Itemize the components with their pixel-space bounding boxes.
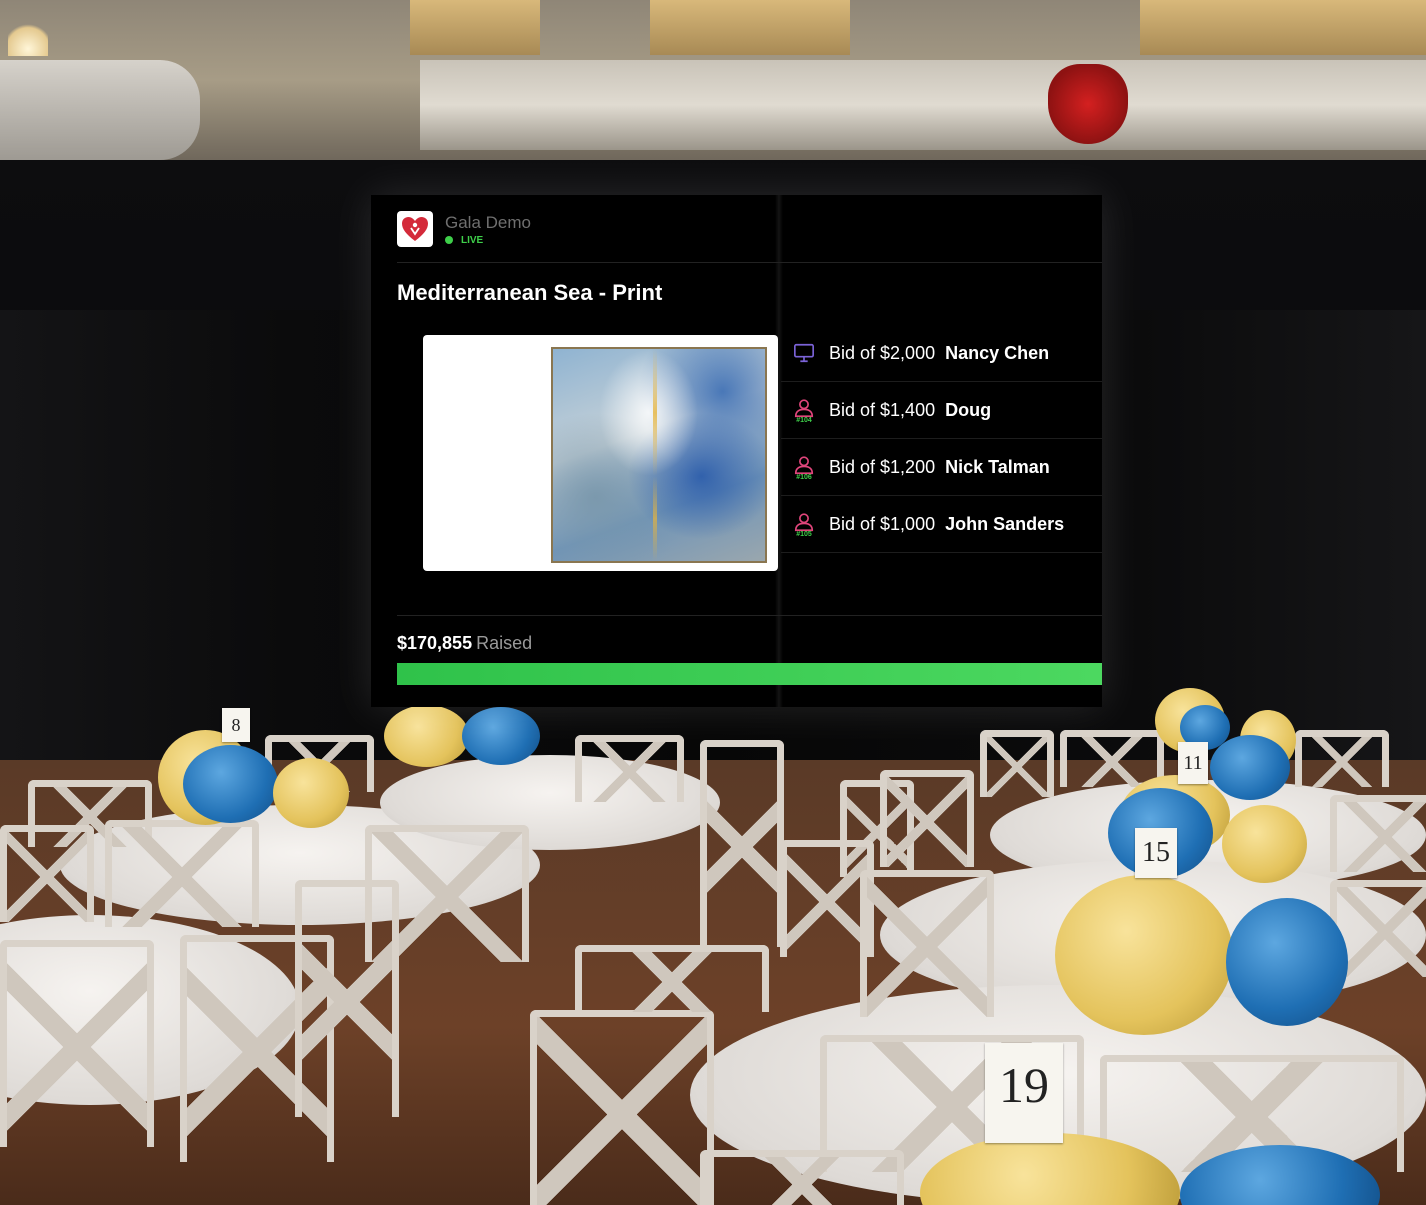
paddle-number: #104 <box>796 416 812 424</box>
paddle-number: #105 <box>796 530 812 538</box>
person-icon <box>794 512 814 531</box>
ceiling-window <box>1140 0 1426 55</box>
yellow-lantern <box>1222 805 1307 883</box>
artwork-image <box>551 347 767 563</box>
ceiling-window <box>650 0 850 55</box>
auction-item-title: Mediterranean Sea - Print <box>397 280 663 305</box>
bid-amount: Bid of $1,400 <box>829 399 936 420</box>
organization-name: Gala Demo <box>445 212 531 232</box>
chair <box>0 940 154 1147</box>
crane-hook <box>1048 64 1128 144</box>
raised-label: Raised <box>476 633 533 653</box>
bid-list: Bid of $2,000 Nancy Chen #104 Bid of $1,4… <box>781 325 1102 553</box>
air-duct <box>0 60 200 160</box>
chair <box>880 770 974 867</box>
bid-amount: Bid of $1,200 <box>829 456 936 477</box>
bid-row: #105 Bid of $1,000 John Sanders <box>781 496 1102 553</box>
item-image-card <box>423 335 778 571</box>
bidder-name: Doug <box>945 399 992 420</box>
yellow-lantern <box>1055 875 1233 1035</box>
person-icon <box>794 455 814 474</box>
header-divider <box>397 262 1102 263</box>
bidder-name: John Sanders <box>945 513 1065 534</box>
person-icon <box>794 398 814 417</box>
bid-amount: Bid of $1,000 <box>829 513 936 534</box>
yellow-lantern <box>273 758 349 828</box>
heart-logo-icon <box>397 211 433 247</box>
chair <box>575 735 684 802</box>
live-dot-icon <box>445 236 453 244</box>
chair <box>1295 730 1389 787</box>
screen-header: Gala Demo LIVE <box>397 209 531 249</box>
blue-lantern <box>462 707 540 765</box>
chair <box>575 945 769 1012</box>
table-number-card: 19 <box>985 1043 1063 1143</box>
table-number-card: 15 <box>1135 828 1177 878</box>
monitor-icon <box>794 343 814 363</box>
fundraising-progress-bar <box>397 663 1102 685</box>
blue-lantern <box>1226 898 1348 1026</box>
bidder-name: Nancy Chen <box>945 342 1050 363</box>
chair <box>700 1150 904 1205</box>
ceiling-window <box>410 0 540 55</box>
chair <box>980 730 1054 797</box>
ceiling-beam <box>420 60 1426 150</box>
paddle-number: #106 <box>796 473 812 481</box>
bid-row: #104 Bid of $1,400 Doug <box>781 382 1102 439</box>
ceiling-lamp <box>8 20 48 56</box>
table-number-card: 11 <box>1178 742 1208 784</box>
live-status-label: LIVE <box>461 234 484 246</box>
footer-divider <box>397 615 1102 616</box>
chair <box>860 870 994 1017</box>
blue-lantern <box>183 745 278 823</box>
chair <box>1330 795 1426 872</box>
bid-row: Bid of $2,000 Nancy Chen <box>781 325 1102 382</box>
table-number-card: 8 <box>222 708 250 742</box>
auction-display-screen: Gala Demo LIVE Mediterranean Sea - Print… <box>371 195 1102 707</box>
chair <box>295 880 399 1117</box>
bid-amount: Bid of $2,000 <box>829 342 936 363</box>
chair <box>1060 730 1164 787</box>
fundraising-progress-fill <box>397 663 1102 685</box>
organization-block: Gala Demo LIVE <box>445 213 531 246</box>
live-status: LIVE <box>445 235 531 246</box>
chair <box>0 825 94 922</box>
yellow-lantern <box>384 705 469 767</box>
chair <box>530 1010 714 1205</box>
bid-row: #106 Bid of $1,200 Nick Talman <box>781 439 1102 496</box>
raised-amount: $170,855 <box>397 633 473 653</box>
bidder-name: Nick Talman <box>945 456 1050 477</box>
chair <box>700 740 784 947</box>
raised-total: $170,855 Raised <box>397 633 532 654</box>
chair <box>105 820 259 927</box>
blue-lantern <box>1210 735 1290 800</box>
